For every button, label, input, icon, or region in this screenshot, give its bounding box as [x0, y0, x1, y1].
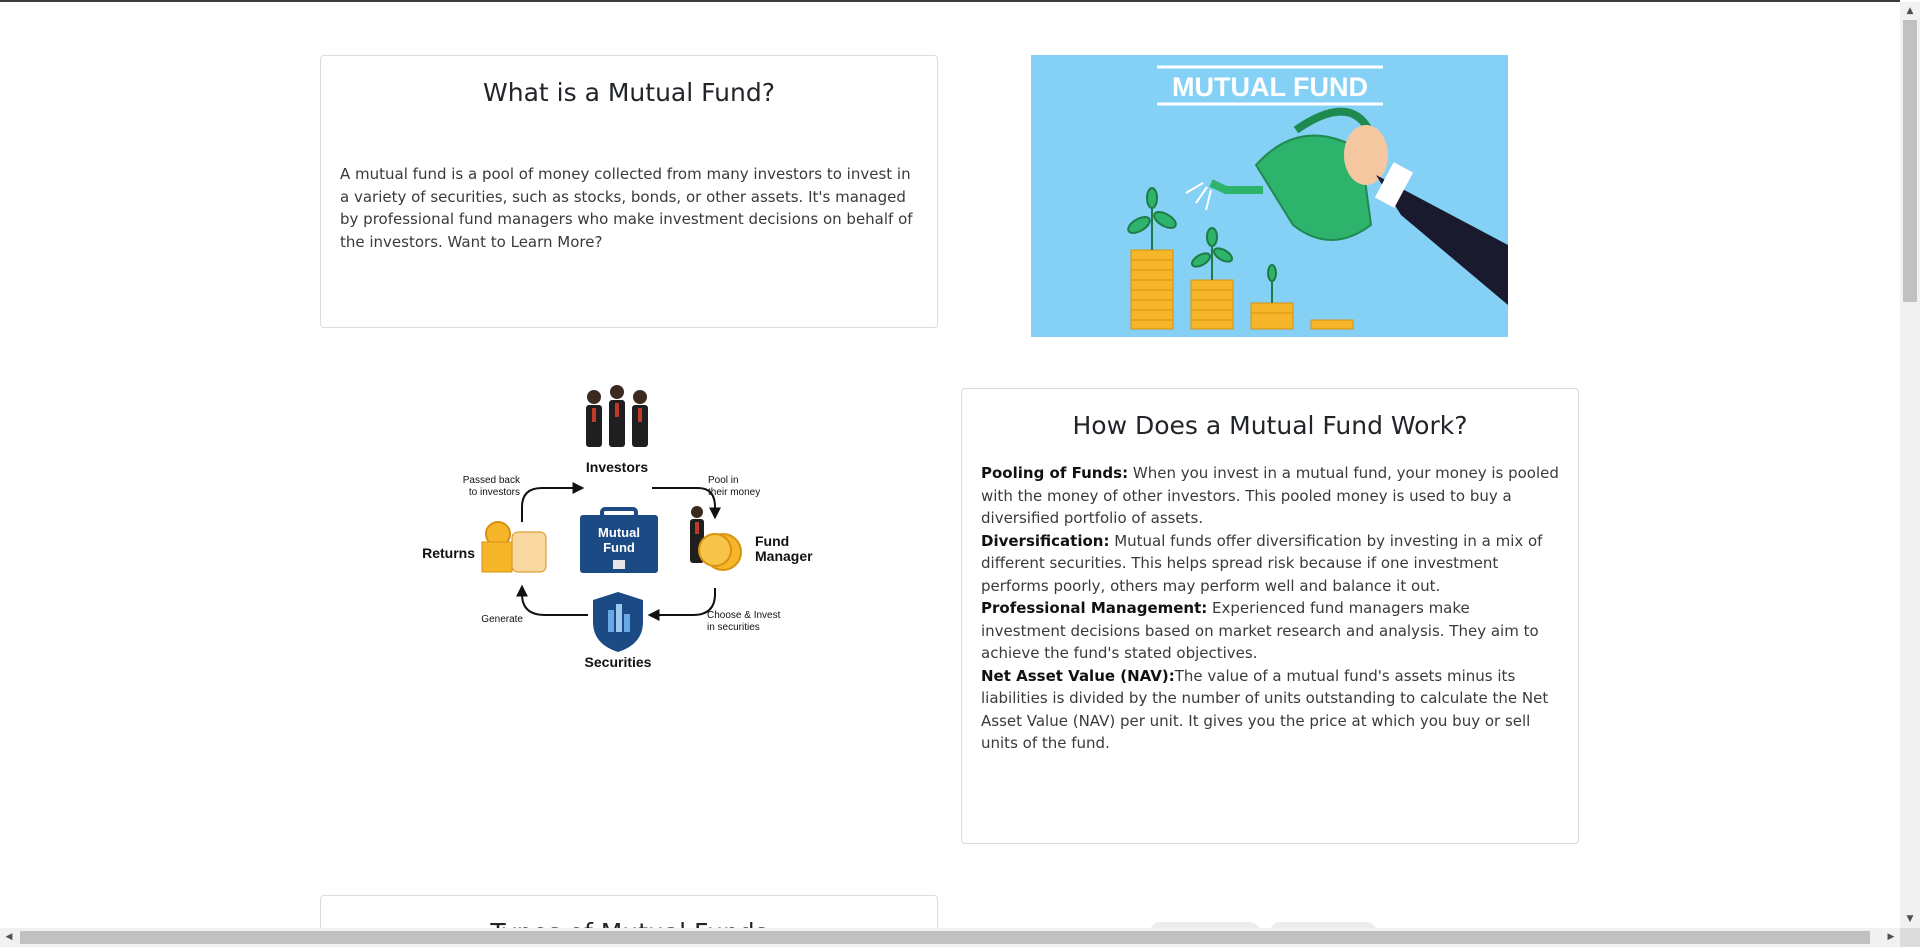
- how-item-label: Professional Management:: [981, 599, 1208, 617]
- page-viewport: What is a Mutual Fund? A mutual fund is …: [0, 2, 1900, 928]
- passed-label-line2: to investors: [469, 487, 520, 498]
- investors-icon: [586, 385, 648, 447]
- what-is-mutual-fund-title: What is a Mutual Fund?: [483, 78, 775, 107]
- scroll-up-arrow-icon[interactable]: ▲: [1900, 2, 1920, 20]
- how-mutual-fund-works-card: How Does a Mutual Fund Work? Pooling of …: [961, 388, 1579, 844]
- what-is-mutual-fund-card: What is a Mutual Fund? A mutual fund is …: [320, 55, 938, 328]
- vertical-scrollbar-thumb[interactable]: [1903, 20, 1917, 302]
- choose-label-line2: in securities: [707, 622, 760, 633]
- types-of-mutual-funds-title: Types of Mutual Funds: [321, 918, 937, 928]
- how-item-diversification: Diversification: Mutual funds offer dive…: [981, 530, 1559, 598]
- types-of-mutual-funds-card: Types of Mutual Funds: [320, 895, 938, 928]
- scroll-left-arrow-icon[interactable]: ◀: [0, 928, 18, 947]
- generate-label: Generate: [481, 614, 523, 625]
- fund-manager-label-line2: Manager: [755, 548, 813, 564]
- how-item-label: Net Asset Value (NAV):: [981, 666, 1175, 685]
- horizontal-scrollbar-thumb[interactable]: [20, 931, 1870, 944]
- scroll-right-arrow-icon[interactable]: ▶: [1882, 928, 1900, 947]
- securities-shield-icon: [593, 592, 643, 652]
- scrollbar-corner: [1900, 928, 1920, 947]
- horizontal-scrollbar[interactable]: ◀ ▶: [0, 928, 1900, 947]
- pool-label-line2: their money: [708, 487, 760, 498]
- how-mutual-fund-works-title: How Does a Mutual Fund Work?: [1072, 411, 1468, 440]
- how-item-nav: Net Asset Value (NAV):The value of a mut…: [981, 665, 1559, 755]
- how-item-label: Pooling of Funds:: [981, 464, 1129, 482]
- mutual-fund-hero-image: MUTUAL FUND: [1031, 55, 1508, 337]
- fund-manager-label-line1: Fund: [755, 533, 789, 549]
- hero-banner-text: MUTUAL FUND: [1172, 72, 1368, 102]
- vertical-scrollbar[interactable]: ▲ ▼: [1900, 2, 1920, 928]
- center-label-line1: Mutual: [598, 525, 640, 540]
- how-item-professional-management: Professional Management: Experienced fun…: [981, 597, 1559, 665]
- how-item-pooling: Pooling of Funds: When you invest in a m…: [981, 462, 1559, 530]
- center-label-line2: Fund: [603, 540, 635, 555]
- mutual-fund-cycle-diagram: Investors Pool in their money Passed bac…: [410, 382, 830, 672]
- what-is-mutual-fund-text: A mutual fund is a pool of money collect…: [340, 165, 913, 251]
- investors-label: Investors: [586, 459, 648, 475]
- how-item-label: Diversification:: [981, 531, 1110, 550]
- passed-label-line1: Passed back: [463, 475, 521, 486]
- securities-label: Securities: [585, 654, 652, 670]
- returns-label: Returns: [422, 545, 475, 561]
- returns-coins-icon: [481, 521, 547, 573]
- how-mutual-fund-works-body: Pooling of Funds: When you invest in a m…: [981, 462, 1559, 755]
- choose-label-line1: Choose & Invest: [707, 610, 781, 621]
- scroll-down-arrow-icon[interactable]: ▼: [1900, 910, 1920, 928]
- pool-label-line1: Pool in: [708, 475, 739, 486]
